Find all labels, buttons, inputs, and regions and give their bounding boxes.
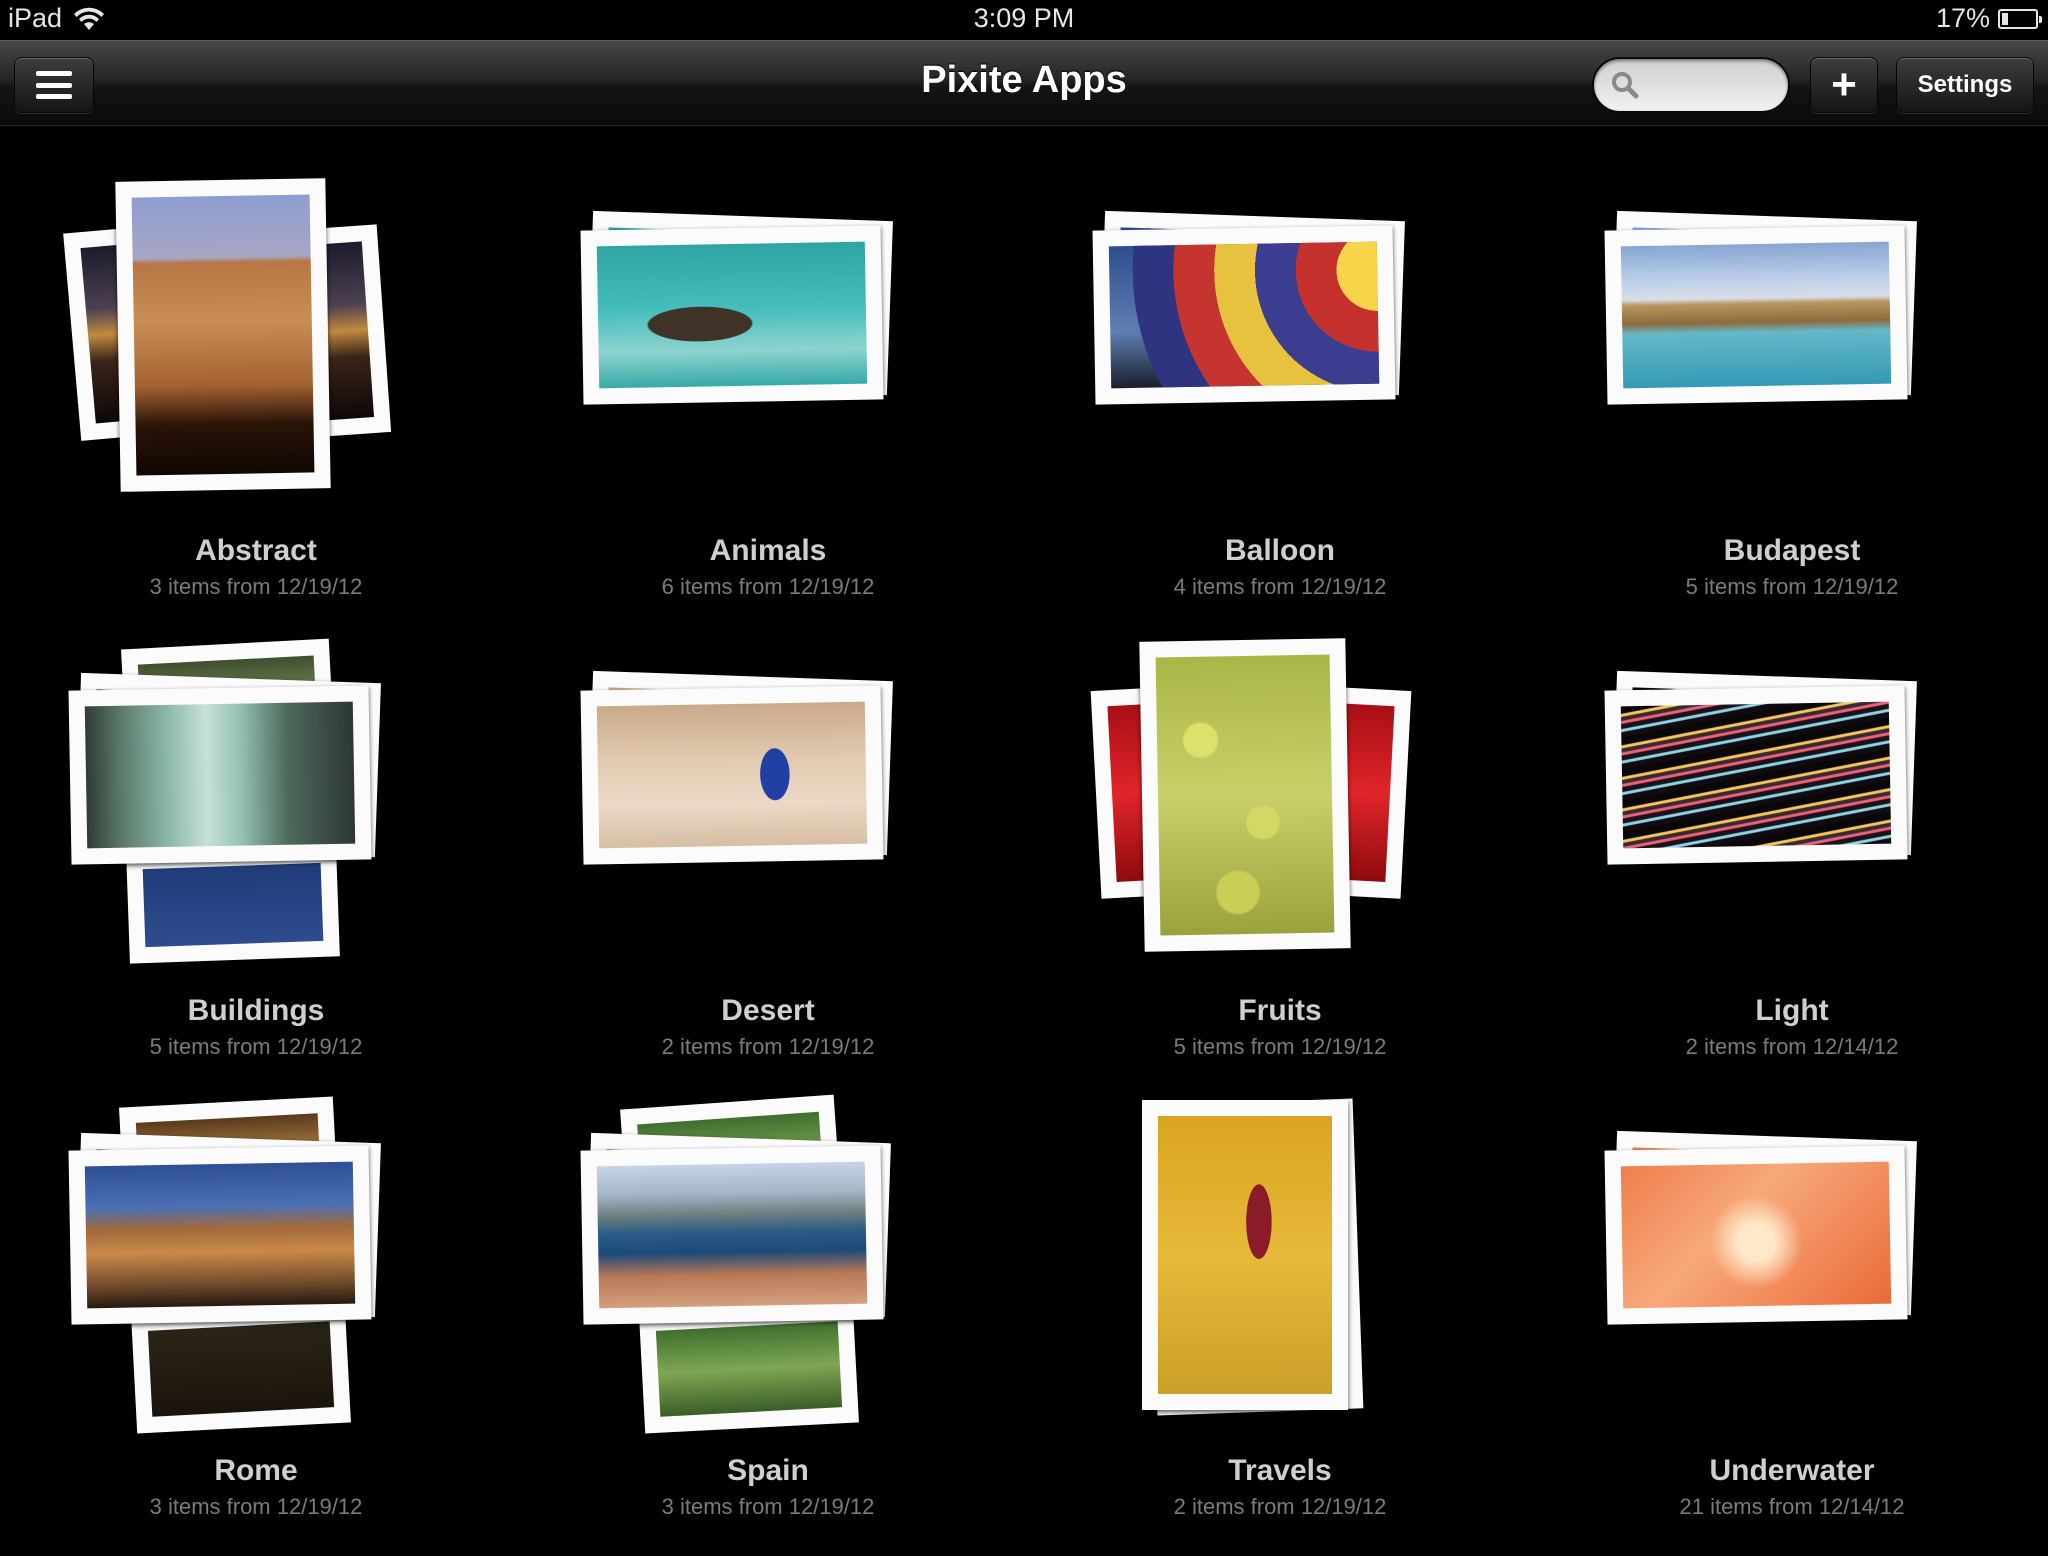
album-abstract[interactable]: Abstract 3 items from 12/19/12 bbox=[0, 176, 512, 636]
album-title: Animals bbox=[709, 534, 827, 567]
photo-thumbnail bbox=[1604, 1145, 1908, 1325]
battery-icon bbox=[1998, 8, 2042, 29]
album-title: Budapest bbox=[1723, 534, 1861, 567]
album-item-count: 5 items from 12/19/12 bbox=[1173, 1034, 1387, 1059]
photo-stack[interactable] bbox=[1604, 176, 1978, 526]
album-fruits[interactable]: Fruits 5 items from 12/19/12 bbox=[1024, 636, 1536, 1096]
album-rome[interactable]: Rome 3 items from 12/19/12 bbox=[0, 1096, 512, 1556]
photo-thumbnail bbox=[1139, 638, 1351, 952]
photo-stack[interactable] bbox=[63, 176, 442, 526]
photo-stack[interactable] bbox=[580, 636, 954, 986]
photo-thumbnail bbox=[1604, 685, 1908, 865]
photo-thumbnail bbox=[580, 225, 884, 405]
search-input[interactable] bbox=[1648, 71, 1782, 99]
album-title: Light bbox=[1755, 994, 1829, 1027]
photo-thumbnail bbox=[580, 685, 884, 865]
photo-thumbnail bbox=[580, 1145, 884, 1325]
album-title: Desert bbox=[721, 994, 815, 1027]
album-desert[interactable]: Desert 2 items from 12/19/12 bbox=[512, 636, 1024, 1096]
album-item-count: 2 items from 12/19/12 bbox=[661, 1034, 875, 1059]
battery-level bbox=[2002, 12, 2009, 25]
status-bar: iPad 3:09 PM 17% bbox=[0, 0, 2048, 40]
album-title: Buildings bbox=[187, 994, 325, 1027]
photo-stack[interactable] bbox=[68, 1096, 442, 1446]
photo-stack[interactable] bbox=[68, 636, 442, 986]
album-light[interactable]: Light 2 items from 12/14/12 bbox=[1536, 636, 2048, 1096]
album-title: Abstract bbox=[195, 534, 317, 567]
album-balloon[interactable]: Balloon 4 items from 12/19/12 bbox=[1024, 176, 1536, 636]
album-item-count: 5 items from 12/19/12 bbox=[1685, 574, 1899, 599]
album-animals[interactable]: Animals 6 items from 12/19/12 bbox=[512, 176, 1024, 636]
photo-thumbnail bbox=[1092, 225, 1396, 405]
album-title: Travels bbox=[1228, 1454, 1332, 1487]
settings-button[interactable]: Settings bbox=[1896, 57, 2034, 113]
album-title: Balloon bbox=[1225, 534, 1335, 567]
album-title: Rome bbox=[214, 1454, 298, 1487]
photo-stack[interactable] bbox=[1090, 636, 1466, 986]
album-item-count: 2 items from 12/14/12 bbox=[1685, 1034, 1899, 1059]
album-underwater[interactable]: Underwater 21 items from 12/14/12 bbox=[1536, 1096, 2048, 1556]
photo-thumbnail bbox=[68, 1145, 372, 1325]
photo-thumbnail bbox=[126, 846, 340, 964]
photo-stack[interactable] bbox=[580, 1094, 954, 1446]
photo-thumbnail bbox=[115, 178, 331, 492]
album-title: Spain bbox=[727, 1454, 809, 1487]
search-field[interactable] bbox=[1592, 57, 1790, 113]
photo-thumbnail bbox=[131, 1304, 351, 1434]
photo-stack[interactable] bbox=[580, 176, 954, 526]
album-spain[interactable]: Spain 3 items from 12/19/12 bbox=[512, 1094, 1024, 1556]
album-buildings[interactable]: Buildings 5 items from 12/19/12 bbox=[0, 636, 512, 1096]
photo-stack[interactable] bbox=[1092, 176, 1466, 526]
battery-percent: 17% bbox=[1935, 3, 1990, 33]
album-title: Fruits bbox=[1238, 994, 1322, 1027]
album-budapest[interactable]: Budapest 5 items from 12/19/12 bbox=[1536, 176, 2048, 636]
photo-stack[interactable] bbox=[1604, 636, 1978, 986]
album-item-count: 6 items from 12/19/12 bbox=[661, 574, 875, 599]
album-item-count: 2 items from 12/19/12 bbox=[1173, 1494, 1387, 1519]
album-item-count: 3 items from 12/19/12 bbox=[661, 1494, 875, 1519]
photo-stack[interactable] bbox=[1094, 1096, 1466, 1446]
search-icon bbox=[1612, 72, 1639, 99]
navigation-bar: Pixite Apps + Settings bbox=[0, 40, 2048, 126]
album-title: Underwater bbox=[1709, 1454, 1875, 1487]
photo-thumbnail bbox=[68, 685, 372, 865]
photo-stack[interactable] bbox=[1604, 1096, 1978, 1446]
album-item-count: 3 items from 12/19/12 bbox=[149, 1494, 363, 1519]
photo-thumbnail bbox=[639, 1304, 859, 1434]
clock: 3:09 PM bbox=[973, 3, 1075, 33]
album-travels[interactable]: Travels 2 items from 12/19/12 bbox=[1024, 1096, 1536, 1556]
photo-thumbnail bbox=[1604, 225, 1908, 405]
photo-thumbnail bbox=[1142, 1100, 1348, 1410]
album-item-count: 5 items from 12/19/12 bbox=[149, 1034, 363, 1059]
album-item-count: 21 items from 12/14/12 bbox=[1679, 1494, 1905, 1519]
battery-area: 17% bbox=[1935, 3, 2042, 34]
add-button[interactable]: + bbox=[1810, 57, 1878, 113]
album-item-count: 4 items from 12/19/12 bbox=[1173, 574, 1387, 599]
album-item-count: 3 items from 12/19/12 bbox=[149, 574, 363, 599]
